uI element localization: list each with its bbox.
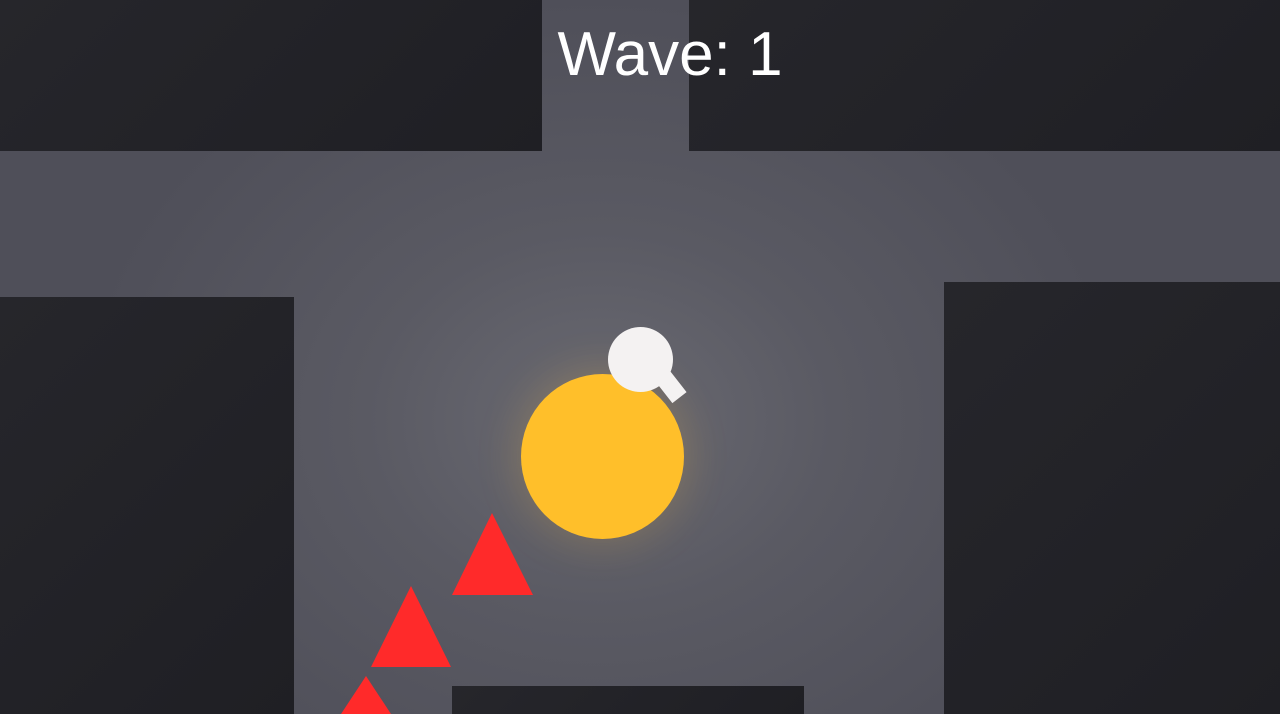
wave-label-text: Wave:: [557, 20, 731, 89]
gun-turret: [608, 327, 673, 392]
enemy-triangle: [371, 586, 451, 667]
enemy-triangle: [452, 513, 533, 595]
player-circle: [521, 374, 684, 539]
wave-number: 1: [748, 20, 783, 89]
wave-counter: Wave: 1: [0, 18, 1280, 92]
game-canvas[interactable]: Wave: 1: [0, 0, 1280, 714]
enemy-triangle: [341, 676, 391, 714]
